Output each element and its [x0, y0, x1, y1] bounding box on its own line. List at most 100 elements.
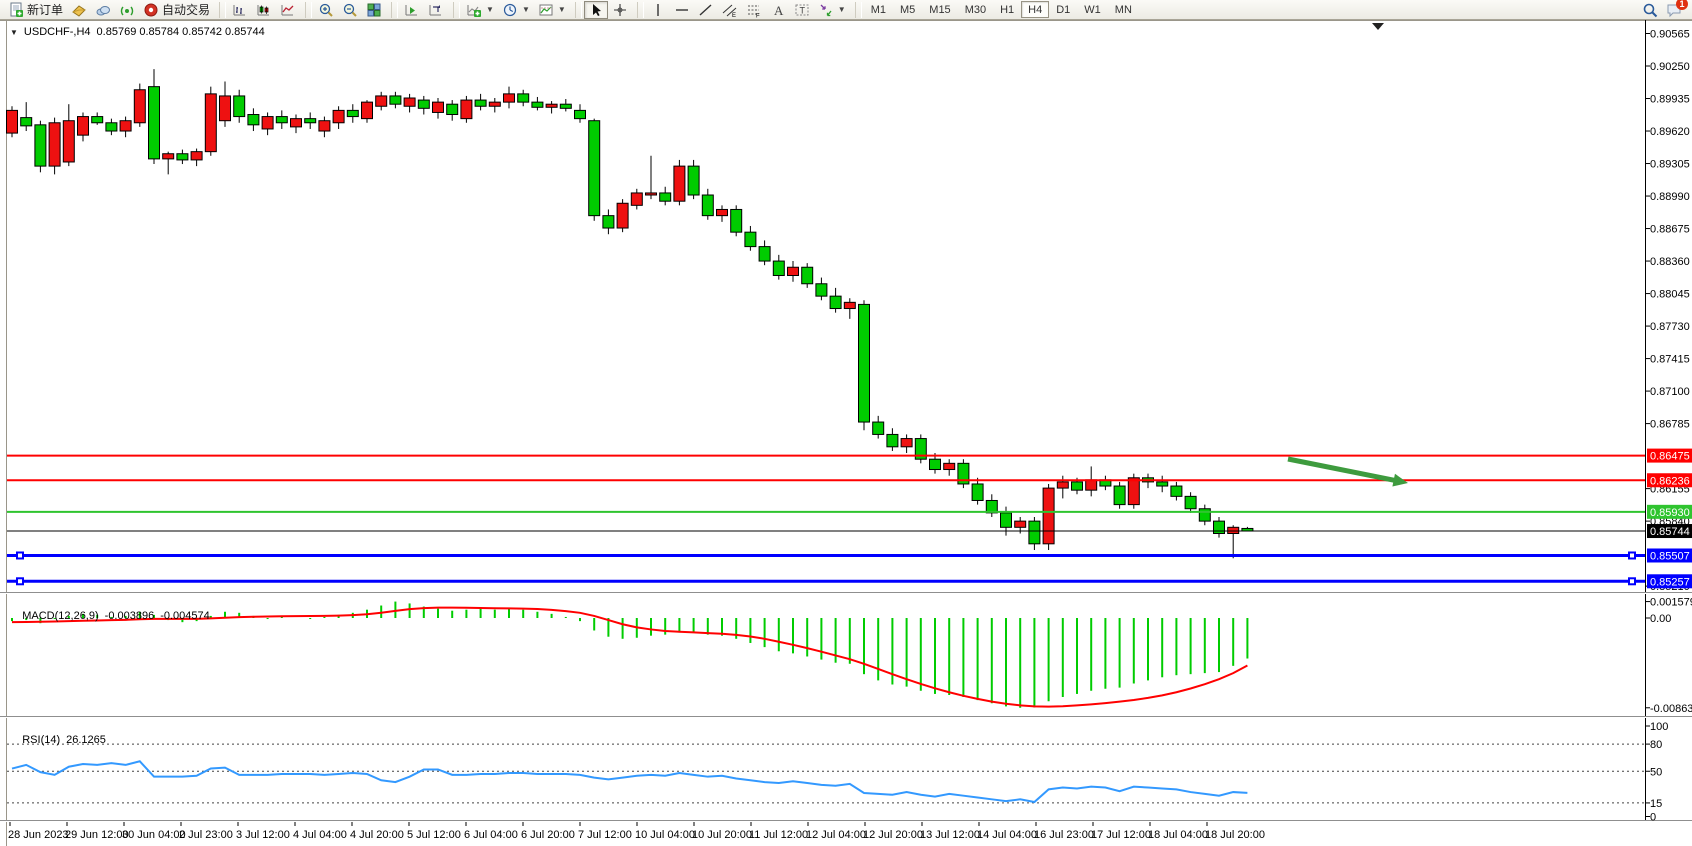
macd-tick-label: 0.00	[1650, 613, 1671, 625]
candlestick-chart-button[interactable]	[252, 1, 276, 19]
periods-clock-icon	[502, 2, 518, 18]
candle	[191, 152, 202, 160]
chart-collapse-icon[interactable]: ▼	[10, 28, 18, 37]
candle	[617, 203, 628, 228]
cursor-tool-button[interactable]	[584, 1, 608, 19]
candle	[575, 110, 586, 118]
timeframe-H4[interactable]: H4	[1021, 1, 1049, 18]
rsi-tick-label: 50	[1650, 766, 1662, 778]
rsi-tick-label: 100	[1650, 721, 1668, 733]
chart-canvas[interactable]: 0.905650.902500.899350.896200.893050.889…	[0, 20, 1692, 846]
equidistant-channel-icon: E	[722, 2, 738, 18]
community-button[interactable]	[91, 1, 115, 19]
search-icon[interactable]	[1642, 2, 1658, 18]
timeframe-M5[interactable]: M5	[893, 1, 922, 18]
trend-arrow-line[interactable]	[1288, 459, 1398, 481]
toolbar-separator	[855, 2, 862, 18]
trendline-tool[interactable]	[694, 1, 718, 19]
candle	[674, 166, 685, 201]
toolbar-separator	[391, 2, 398, 18]
periods-button[interactable]: ▼	[498, 1, 534, 19]
line-handle[interactable]	[17, 578, 23, 584]
timeframe-M1[interactable]: M1	[864, 1, 893, 18]
candle	[404, 98, 415, 106]
price-badge-label: 0.85507	[1650, 550, 1690, 562]
candle	[873, 422, 884, 434]
candle	[63, 121, 74, 162]
time-label: 29 Jun 12:00	[65, 829, 129, 841]
candle	[7, 110, 18, 133]
candle	[1086, 480, 1097, 490]
candle	[731, 209, 742, 232]
candle	[759, 247, 770, 261]
candle	[248, 115, 259, 125]
zoom-in-button[interactable]	[314, 1, 338, 19]
timeframe-H1[interactable]: H1	[993, 1, 1021, 18]
price-badge-label: 0.85744	[1650, 526, 1690, 538]
text-label-tool[interactable]: T	[790, 1, 814, 19]
candle	[305, 119, 316, 123]
line-chart-button[interactable]	[276, 1, 300, 19]
indicators-button[interactable]: ▼	[462, 1, 498, 19]
timeframe-group: M1M5M15M30H1H4D1W1MN	[864, 0, 1139, 20]
channel-tool[interactable]: E	[718, 1, 742, 19]
candle	[134, 90, 145, 123]
auto-scroll-button[interactable]	[400, 1, 424, 19]
notification-badge: 1	[1676, 0, 1688, 10]
signals-button[interactable]	[115, 1, 139, 19]
candle	[688, 166, 699, 195]
line-handle[interactable]	[1629, 552, 1635, 558]
candle	[376, 96, 387, 106]
new-chart-gold-button[interactable]	[67, 1, 91, 19]
line-handle[interactable]	[1629, 578, 1635, 584]
macd-tick-label: -0.008633	[1650, 703, 1692, 715]
horizontal-line-tool[interactable]	[670, 1, 694, 19]
timeframe-W1[interactable]: W1	[1077, 1, 1108, 18]
line-handle[interactable]	[17, 552, 23, 558]
chart-shift-marker[interactable]	[1372, 23, 1384, 30]
timeframe-M15[interactable]: M15	[922, 1, 957, 18]
timeframe-MN[interactable]: MN	[1108, 1, 1139, 18]
time-label: 4 Jul 04:00	[293, 829, 347, 841]
vertical-line-tool[interactable]	[646, 1, 670, 19]
fibonacci-tool[interactable]: F	[742, 1, 766, 19]
horizontal-line-icon	[674, 2, 690, 18]
candle	[461, 100, 472, 119]
price-tick-label: 0.87415	[1650, 354, 1690, 366]
bar-chart-button[interactable]	[228, 1, 252, 19]
chat-button[interactable]: 1	[1666, 2, 1682, 18]
chevron-down-icon: ▼	[486, 5, 494, 14]
price-tick-label: 0.90565	[1650, 29, 1690, 41]
toolbar-separator	[575, 2, 582, 18]
chart-shift-button[interactable]	[424, 1, 448, 19]
candle	[489, 102, 500, 106]
time-label: 7 Jul 12:00	[578, 829, 632, 841]
price-tick-label: 0.88990	[1650, 191, 1690, 203]
tile-windows-button[interactable]	[362, 1, 386, 19]
new-order-button[interactable]: 新订单	[4, 1, 67, 19]
templates-button[interactable]: ▼	[534, 1, 570, 19]
candle	[1128, 478, 1139, 505]
crosshair-tool-button[interactable]	[608, 1, 632, 19]
autotrading-icon	[143, 2, 159, 18]
rsi-tick-label: 0	[1650, 812, 1656, 824]
candle	[262, 117, 273, 129]
text-icon: A	[770, 2, 786, 18]
timeframe-D1[interactable]: D1	[1049, 1, 1077, 18]
zoom-in-icon	[318, 2, 334, 18]
macd-indicator-header: MACD(12,26,9)-0.003896-0.004574	[10, 598, 210, 634]
candle	[106, 123, 117, 131]
timeframe-M30[interactable]: M30	[958, 1, 993, 18]
arrows-tool[interactable]: ▼	[814, 1, 850, 19]
crosshair-icon	[612, 2, 628, 18]
zoom-out-button[interactable]	[338, 1, 362, 19]
candle	[276, 117, 287, 123]
rsi-value: 26.1265	[66, 734, 106, 746]
price-tick-label: 0.87100	[1650, 386, 1690, 398]
autotrading-button[interactable]: 自动交易	[139, 1, 214, 19]
text-label-icon: T	[794, 2, 810, 18]
indicators-icon	[466, 2, 482, 18]
time-label: 10 Jul 04:00	[635, 829, 695, 841]
text-tool[interactable]: A	[766, 1, 790, 19]
rsi-line	[12, 761, 1247, 802]
